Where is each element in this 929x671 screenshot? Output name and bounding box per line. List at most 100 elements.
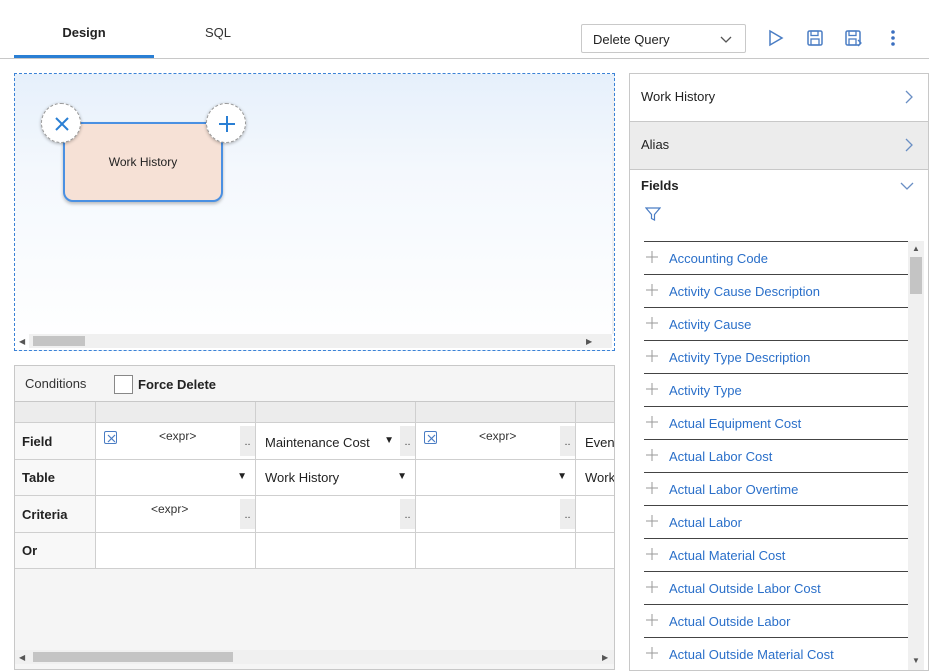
dropdown-arrow-icon: ▼ — [397, 471, 407, 482]
scroll-right-arrow-icon[interactable]: ▶ — [602, 653, 608, 662]
field-list-item[interactable]: Accounting Code — [644, 242, 908, 275]
field-cell[interactable]: <expr> .. — [416, 423, 576, 460]
scroll-up-arrow-icon[interactable]: ▲ — [912, 244, 920, 253]
plus-icon[interactable] — [646, 515, 658, 530]
fields-accordion[interactable]: Fields — [630, 170, 928, 200]
expression-builder-button[interactable]: .. — [400, 426, 415, 456]
table-dropdown[interactable]: Work History ▼ — [256, 460, 416, 496]
field-list-item[interactable]: Actual Labor — [644, 506, 908, 539]
criteria-cell[interactable] — [576, 496, 614, 533]
table-node-work-history[interactable]: Work History — [63, 122, 223, 202]
field-dropdown[interactable]: Maintenance Cost ▼ .. — [256, 423, 416, 460]
table-dropdown[interactable]: ▼ — [416, 460, 576, 496]
plus-icon[interactable] — [646, 251, 658, 266]
plus-icon[interactable] — [646, 383, 658, 398]
design-canvas[interactable]: Work History ▼ ◀ ▶ — [14, 73, 615, 351]
column-header[interactable] — [256, 402, 416, 423]
field-list-item[interactable]: Activity Type — [644, 374, 908, 407]
query-type-select[interactable]: Delete Query — [581, 24, 746, 53]
plus-icon[interactable] — [646, 614, 658, 629]
top-bar: Design SQL Delete Query — [0, 0, 929, 59]
expression-builder-button[interactable]: .. — [560, 499, 575, 529]
plus-icon[interactable] — [646, 350, 658, 365]
scroll-left-arrow-icon[interactable]: ◀ — [19, 653, 25, 662]
field-list-item-label: Actual Material Cost — [669, 548, 786, 563]
field-list-item[interactable]: Actual Labor Cost — [644, 440, 908, 473]
field-list-item[interactable]: Actual Outside Material Cost — [644, 638, 908, 670]
column-header[interactable] — [96, 402, 256, 423]
scroll-thumb[interactable] — [33, 336, 85, 346]
tab-sql[interactable]: SQL — [154, 0, 282, 58]
column-header[interactable] — [416, 402, 576, 423]
or-cell[interactable] — [576, 533, 614, 569]
scroll-thumb[interactable] — [614, 92, 615, 108]
expression-builder-button[interactable]: .. — [240, 426, 255, 456]
grid-horizontal-scrollbar[interactable]: ◀ ▶ — [15, 650, 614, 664]
column-header[interactable] — [576, 402, 614, 423]
scroll-down-arrow-icon[interactable]: ▼ — [912, 656, 920, 665]
tab-design[interactable]: Design — [14, 0, 154, 58]
expression-builder-button[interactable]: .. — [560, 426, 575, 456]
or-cell[interactable] — [416, 533, 576, 569]
source-accordion[interactable]: Work History — [630, 74, 928, 122]
remove-table-button[interactable] — [41, 103, 81, 143]
expression-builder-button[interactable]: .. — [240, 499, 255, 529]
plus-icon[interactable] — [646, 548, 658, 563]
field-list-item[interactable]: Activity Cause Description — [644, 275, 908, 308]
field-list-item-label: Activity Type Description — [669, 350, 811, 365]
plus-icon[interactable] — [646, 416, 658, 431]
save-icon[interactable] — [803, 26, 827, 50]
play-icon[interactable] — [764, 26, 788, 50]
field-cell[interactable]: <expr> .. — [96, 423, 256, 460]
row-label-field: Field — [15, 423, 96, 460]
field-list-item[interactable]: Actual Equipment Cost — [644, 407, 908, 440]
scroll-thumb[interactable] — [33, 652, 233, 662]
field-list-item[interactable]: Actual Material Cost — [644, 539, 908, 572]
criteria-cell[interactable]: .. — [256, 496, 416, 533]
fields-label: Fields — [641, 178, 679, 193]
save-as-icon[interactable] — [842, 26, 866, 50]
canvas-vertical-scrollbar[interactable]: ▼ — [612, 90, 615, 334]
source-label: Work History — [641, 89, 716, 104]
plus-icon[interactable] — [646, 449, 658, 464]
or-cell[interactable] — [256, 533, 416, 569]
field-list-item[interactable]: Actual Labor Overtime — [644, 473, 908, 506]
scroll-left-arrow-icon[interactable]: ◀ — [19, 337, 25, 346]
field-list-item[interactable]: Actual Outside Labor — [644, 605, 908, 638]
field-list-item-label: Activity Cause Description — [669, 284, 820, 299]
alias-accordion[interactable]: Alias — [630, 122, 928, 170]
canvas-horizontal-scrollbar[interactable] — [29, 334, 612, 348]
plus-icon[interactable] — [646, 317, 658, 332]
plus-icon[interactable] — [646, 482, 658, 497]
clear-expression-icon[interactable] — [104, 431, 117, 444]
field-list-item[interactable]: Activity Type Description — [644, 341, 908, 374]
plus-icon[interactable] — [646, 581, 658, 596]
clear-expression-icon[interactable] — [424, 431, 437, 444]
row-label-criteria: Criteria — [15, 496, 96, 533]
plus-icon[interactable] — [646, 647, 658, 662]
scroll-right-arrow-icon[interactable]: ▶ — [586, 337, 592, 346]
criteria-cell[interactable]: <expr> .. — [96, 496, 256, 533]
force-delete-checkbox[interactable] — [114, 375, 133, 394]
field-list-item-label: Actual Outside Labor Cost — [669, 581, 821, 596]
row-label-or: Or — [15, 533, 96, 569]
or-cell[interactable] — [96, 533, 256, 569]
fields-vertical-scrollbar[interactable]: ▲ ▼ — [908, 241, 924, 670]
field-list-item-label: Accounting Code — [669, 251, 769, 266]
grid-corner — [15, 402, 96, 423]
table-dropdown[interactable]: Work — [576, 460, 614, 496]
field-list-item-label: Actual Labor Overtime — [669, 482, 799, 497]
field-dropdown[interactable]: Event — [576, 423, 614, 460]
field-list-item[interactable]: Activity Cause — [644, 308, 908, 341]
query-type-value: Delete Query — [593, 32, 670, 47]
filter-icon[interactable] — [644, 206, 662, 225]
field-list-item[interactable]: Actual Outside Labor Cost — [644, 572, 908, 605]
table-dropdown[interactable]: ▼ — [96, 460, 256, 496]
scroll-thumb[interactable] — [910, 257, 922, 294]
table-node-label: Work History — [108, 155, 178, 169]
more-vertical-icon[interactable] — [881, 26, 905, 50]
add-table-button[interactable] — [206, 103, 246, 143]
expression-builder-button[interactable]: .. — [400, 499, 415, 529]
plus-icon[interactable] — [646, 284, 658, 299]
criteria-cell[interactable]: .. — [416, 496, 576, 533]
